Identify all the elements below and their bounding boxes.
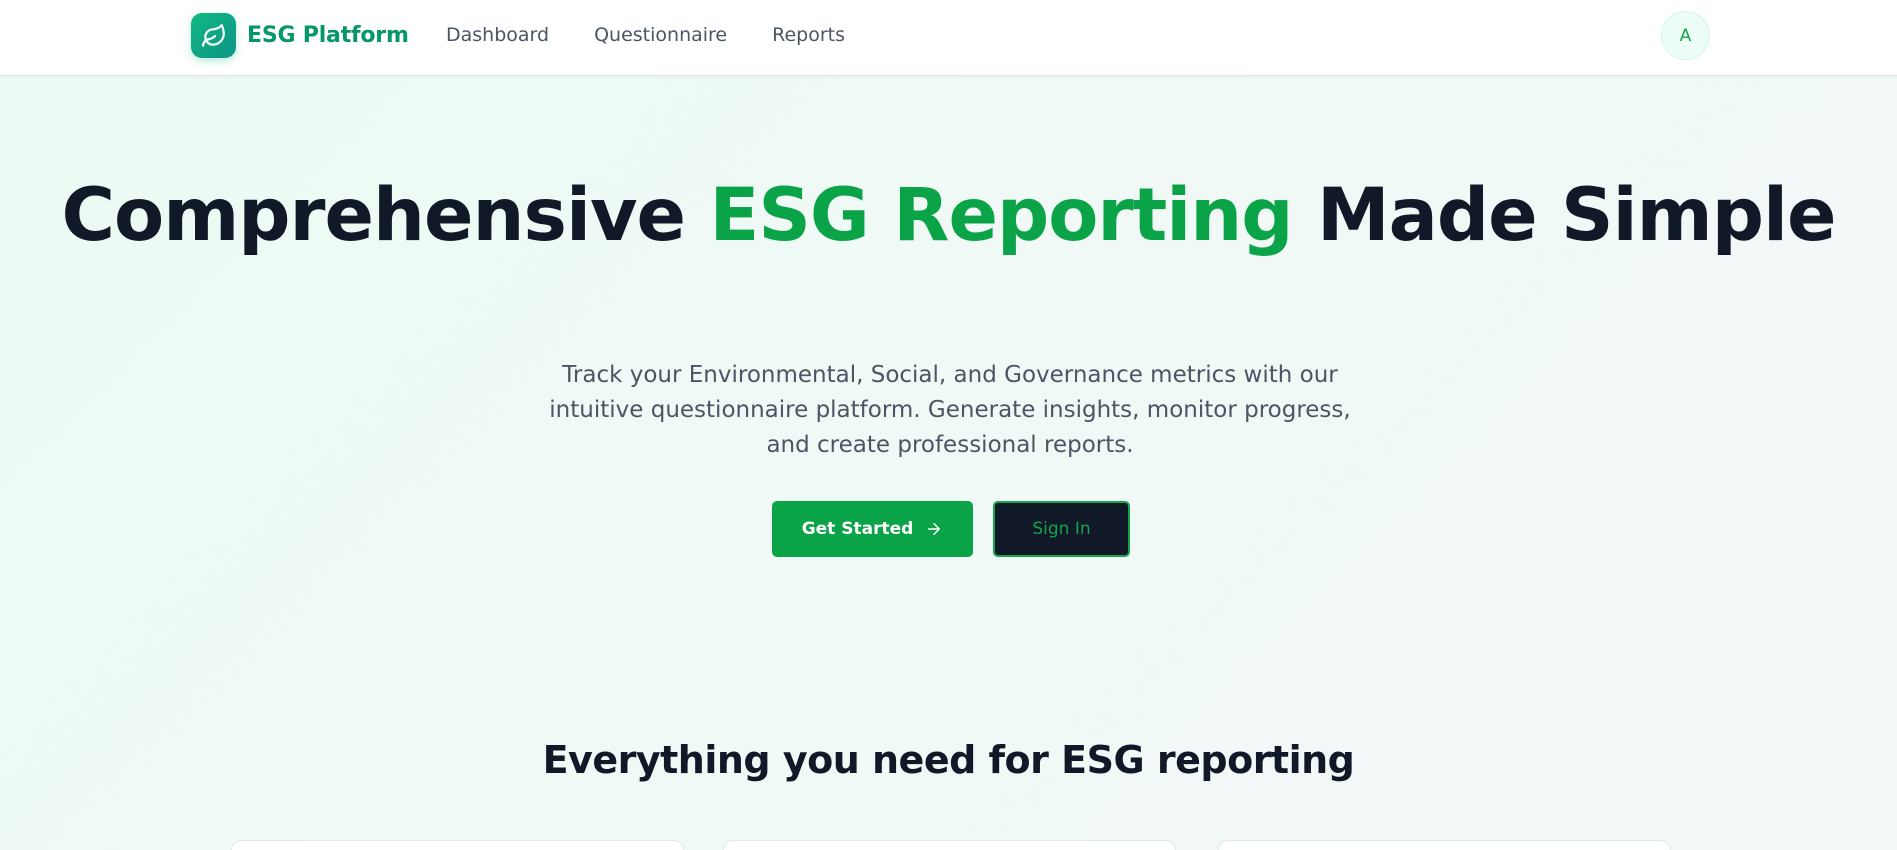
brand-link[interactable]: ESG Platform: [191, 13, 409, 58]
hero-title-part1: Comprehensive: [61, 173, 710, 258]
brand-name: ESG Platform: [247, 23, 409, 48]
features-title: Everything you need for ESG reporting: [542, 738, 1355, 782]
hero-title-part2: Made Simple: [1292, 173, 1837, 258]
nav-reports[interactable]: Reports: [772, 24, 845, 46]
feature-card: [231, 840, 684, 850]
hero-subtitle: Track your Environmental, Social, and Go…: [549, 362, 1351, 458]
arrow-right-icon: [928, 523, 941, 535]
main-nav: Dashboard Questionnaire Reports: [446, 24, 845, 46]
feature-card: [1218, 840, 1671, 850]
hero-title: Comprehensive ESG Reporting Made Simple: [0, 178, 1897, 253]
hero-title-accent: ESG Reporting: [709, 173, 1293, 258]
leaf-icon: [191, 13, 236, 58]
nav-dashboard[interactable]: Dashboard: [446, 24, 549, 46]
get-started-label: Get Started: [801, 519, 914, 539]
get-started-button[interactable]: Get Started: [772, 501, 973, 557]
top-navbar: ESG Platform Dashboard Questionnaire Rep…: [0, 0, 1897, 76]
feature-card: [723, 840, 1176, 850]
nav-questionnaire[interactable]: Questionnaire: [594, 24, 727, 46]
user-avatar[interactable]: A: [1661, 11, 1710, 60]
sign-in-button[interactable]: Sign In: [993, 501, 1130, 557]
